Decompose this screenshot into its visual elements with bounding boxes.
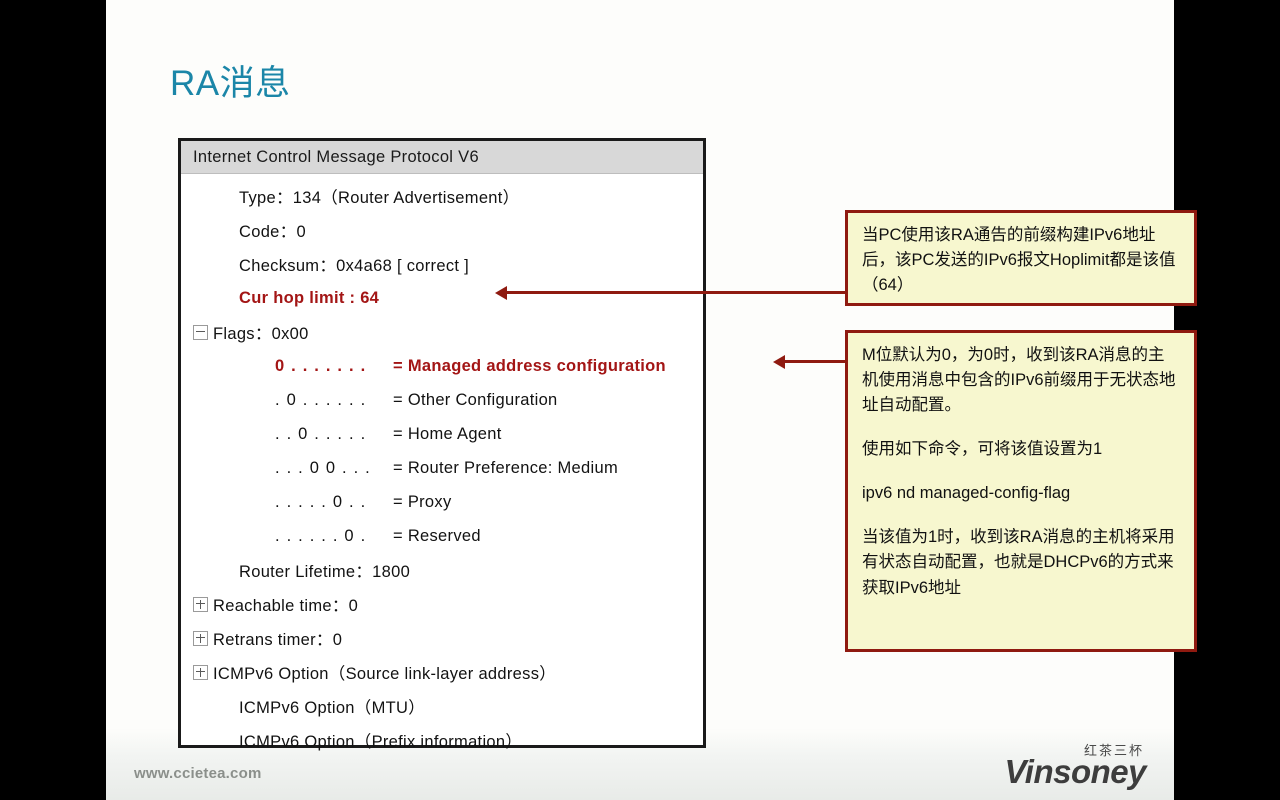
expand-toggle-icon[interactable]	[187, 596, 213, 612]
packet-detail-panel: Internet Control Message Protocol V6 Typ…	[178, 138, 706, 751]
packet-row-label: ICMPv6 Option（Prefix information）	[239, 733, 523, 751]
callout-hop-limit: 当PC使用该RA通告的前缀构建IPv6地址后，该PC发送的IPv6报文Hopli…	[845, 210, 1197, 306]
packet-row-bits: . . . 0 0 . . .	[275, 458, 371, 477]
expand-toggle-icon[interactable]	[187, 664, 213, 680]
packet-row-bits: 0 . . . . . . .	[275, 356, 367, 375]
packet-row-text: = Proxy	[393, 492, 452, 511]
slide-stage: RA消息 Internet Control Message Protocol V…	[0, 0, 1280, 800]
packet-row-bits: . . . . . 0 . .	[275, 492, 367, 511]
packet-row-label: Router Lifetime：1800	[239, 563, 411, 581]
packet-row[interactable]: . . . . . 0 . . = Proxy	[181, 485, 703, 519]
packet-row-label: Reachable time：0	[213, 597, 359, 615]
packet-row-label: ICMPv6 Option（MTU）	[239, 699, 426, 717]
packet-row-text: = Reserved	[393, 526, 481, 545]
packet-row-label: Cur hop limit : 64	[239, 288, 380, 307]
packet-row[interactable]: Checksum：0x4a68 [ correct ]	[181, 247, 703, 281]
packet-row[interactable]: ICMPv6 Option（Source link-layer address）	[181, 655, 703, 689]
packet-row[interactable]: ICMPv6 Option（MTU）	[181, 689, 703, 723]
packet-row[interactable]: Type：134（Router Advertisement）	[181, 179, 703, 213]
letterbox-left	[0, 0, 106, 800]
collapse-toggle-icon[interactable]	[187, 324, 213, 340]
packet-row-text: = Managed address configuration	[393, 356, 666, 375]
callout-paragraph: 使用如下命令，可将该值设置为1	[862, 440, 1103, 459]
packet-row-text: = Router Preference: Medium	[393, 458, 618, 477]
packet-row-label: Flags：0x00	[213, 325, 309, 343]
packet-row[interactable]: Retrans timer：0	[181, 621, 703, 655]
packet-row[interactable]: Code：0	[181, 213, 703, 247]
packet-row-label: Type：134（Router Advertisement）	[239, 189, 520, 207]
packet-row-text: = Other Configuration	[393, 390, 558, 409]
packet-row-label: Checksum：0x4a68 [ correct ]	[239, 257, 470, 275]
packet-row[interactable]: Cur hop limit : 64	[181, 281, 703, 315]
brand-latin-name: Vinsoney	[1004, 753, 1147, 790]
brand-logo: 红茶三杯 Vinsoney	[1005, 740, 1147, 788]
site-url: www.ccietea.com	[134, 765, 262, 782]
packet-row[interactable]: . . . 0 0 . . . = Router Preference: Medi…	[181, 451, 703, 485]
packet-row-label: . 0 . . . . . . = Other Configuration	[275, 391, 558, 410]
packet-row-label: 0 . . . . . . . = Managed address configu…	[275, 357, 666, 376]
callout-paragraph: 当PC使用该RA通告的前缀构建IPv6地址后，该PC发送的IPv6报文Hopli…	[862, 226, 1176, 295]
packet-row-text: = Home Agent	[393, 424, 502, 443]
packet-row-label: . . . . . 0 . . = Proxy	[275, 493, 452, 512]
expand-toggle-icon[interactable]	[187, 630, 213, 646]
packet-row[interactable]: Reachable time：0	[181, 587, 703, 621]
slide-canvas: RA消息 Internet Control Message Protocol V…	[106, 0, 1197, 800]
packet-row[interactable]: Flags：0x00	[181, 315, 703, 349]
packet-row[interactable]: . . . . . . 0 . = Reserved	[181, 519, 703, 553]
callout-managed-flag: M位默认为0，为0时，收到该RA消息的主机使用消息中包含的IPv6前缀用于无状态…	[845, 330, 1197, 652]
packet-row-bits: . . 0 . . . . .	[275, 424, 367, 443]
callout-paragraph: ipv6 nd managed-config-flag	[862, 484, 1071, 503]
packet-row-label: . . 0 . . . . . = Home Agent	[275, 425, 502, 444]
packet-row-bits: . 0 . . . . . .	[275, 390, 367, 409]
packet-row[interactable]: . 0 . . . . . . = Other Configuration	[181, 383, 703, 417]
packet-row-label: Code：0	[239, 223, 306, 241]
packet-panel-header: Internet Control Message Protocol V6	[181, 141, 703, 174]
packet-row-label: . . . . . . 0 . = Reserved	[275, 527, 481, 546]
packet-row-label: . . . 0 0 . . . = Router Preference: Medi…	[275, 459, 618, 478]
page-title: RA消息	[170, 64, 291, 103]
packet-row-label: Retrans timer：0	[213, 631, 343, 649]
packet-row-bits: . . . . . . 0 .	[275, 526, 367, 545]
packet-row[interactable]: ICMPv6 Option（Prefix information）	[181, 723, 703, 757]
callout-paragraph: 当该值为1时，收到该RA消息的主机将采用有状态自动配置，也就是DHCPv6的方式…	[862, 528, 1175, 597]
packet-row[interactable]: . . 0 . . . . . = Home Agent	[181, 417, 703, 451]
packet-row-list: Type：134（Router Advertisement） Code：0 Chec…	[181, 174, 703, 757]
callout-paragraph: M位默认为0，为0时，收到该RA消息的主机使用消息中包含的IPv6前缀用于无状态…	[862, 346, 1176, 415]
packet-row-label: ICMPv6 Option（Source link-layer address）	[213, 665, 557, 683]
packet-row[interactable]: Router Lifetime：1800	[181, 553, 703, 587]
packet-row[interactable]: 0 . . . . . . . = Managed address configu…	[181, 349, 703, 383]
